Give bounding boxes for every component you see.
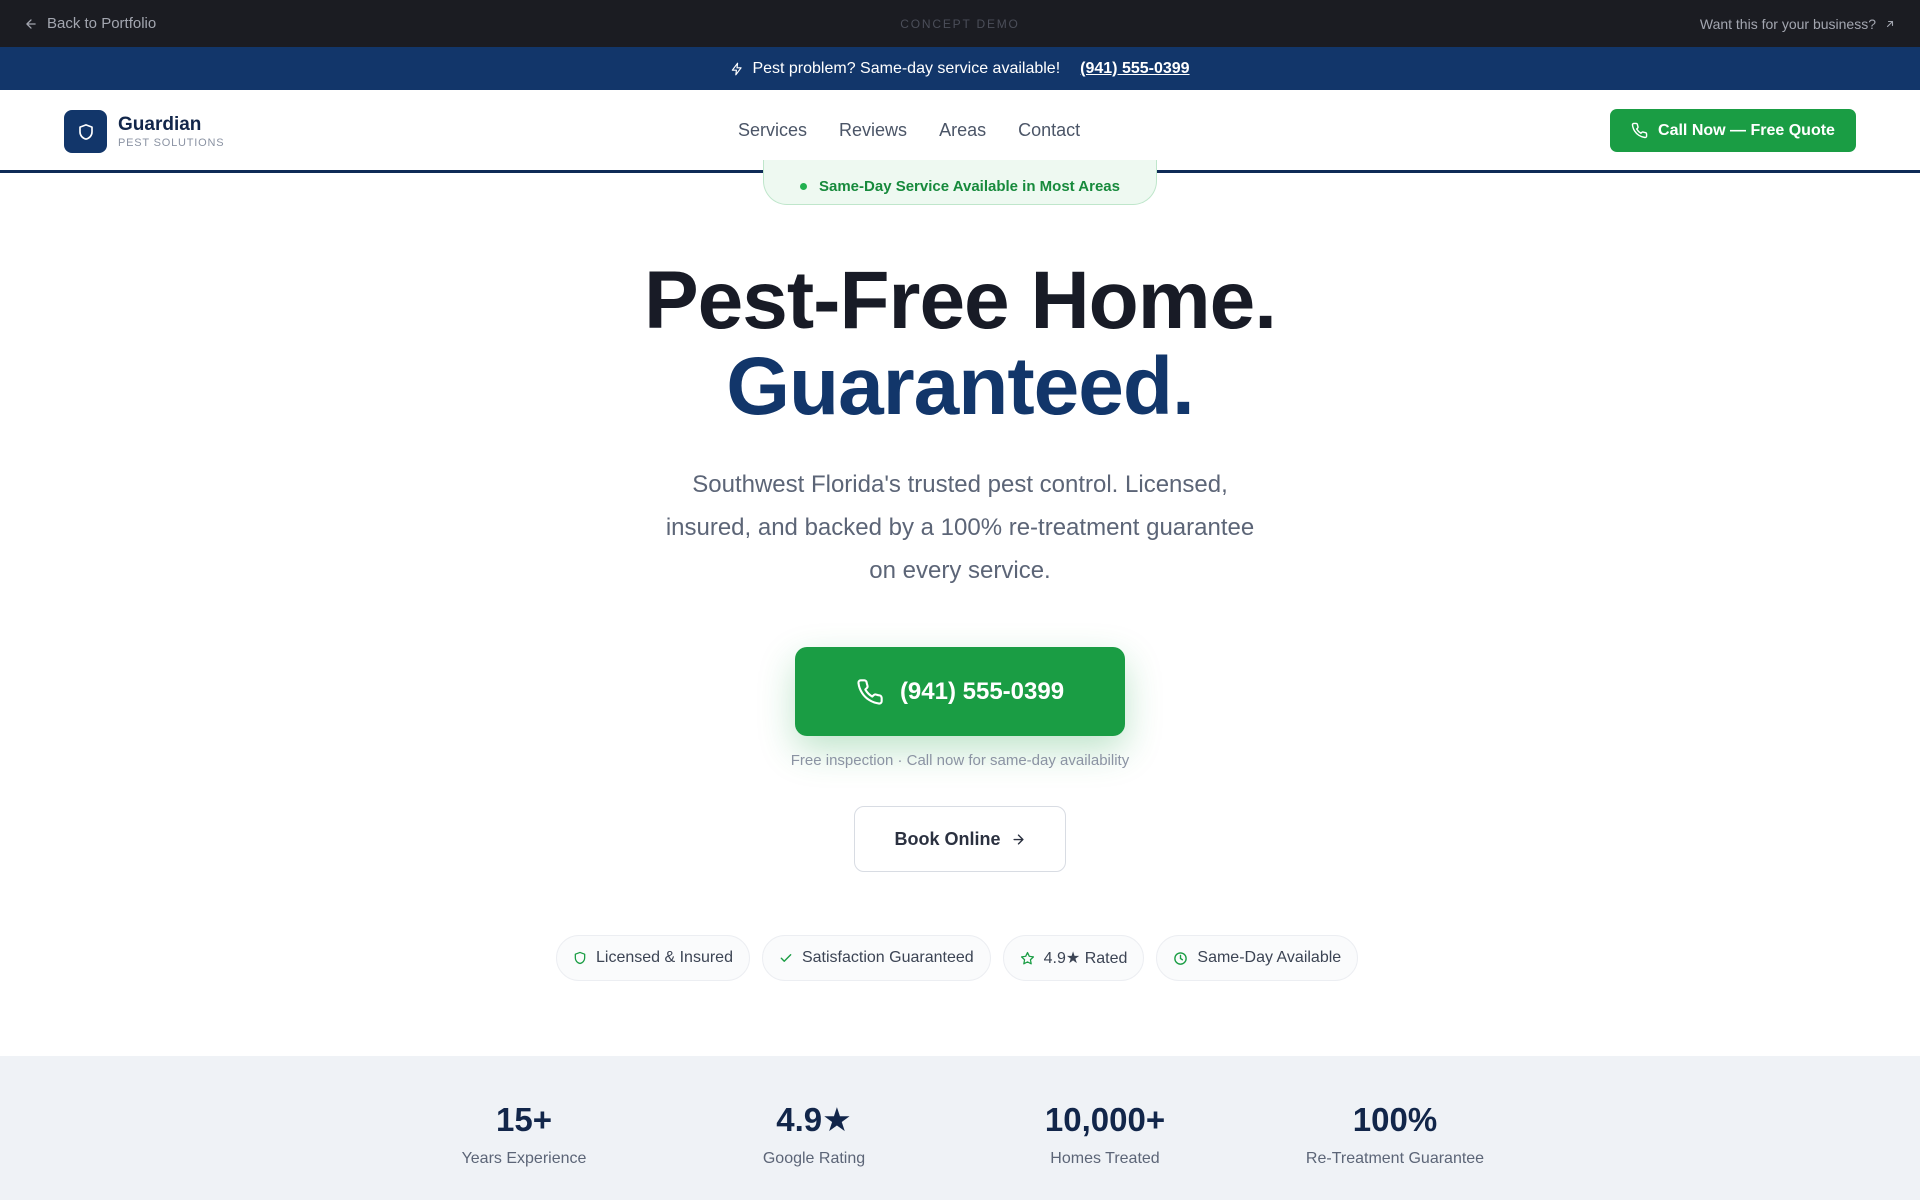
- book-online-label: Book Online: [894, 828, 1001, 849]
- badge-label: Same-Day Available: [1197, 949, 1342, 966]
- stat-value: 15+: [496, 1101, 552, 1138]
- stat-years: 15+ Years Experience: [404, 1100, 644, 1168]
- nav-services[interactable]: Services: [738, 120, 807, 141]
- badge-label: 4.9★ Rated: [1043, 950, 1128, 967]
- nav-contact[interactable]: Contact: [1018, 120, 1080, 141]
- hero-call-button[interactable]: (941) 555-0399: [795, 647, 1125, 736]
- nav-areas[interactable]: Areas: [939, 120, 986, 141]
- announcement-phone-link[interactable]: (941) 555-0399: [1080, 60, 1189, 78]
- badge-licensed: Licensed & Insured: [556, 935, 750, 981]
- call-now-button[interactable]: Call Now — Free Quote: [1610, 109, 1856, 152]
- announcement-bar: Pest problem? Same-day service available…: [0, 47, 1920, 90]
- back-to-portfolio-label: Back to Portfolio: [47, 15, 157, 32]
- stat-label: Google Rating: [762, 1150, 866, 1167]
- logo-badge: [64, 110, 107, 153]
- stat-label: Homes Treated: [1050, 1150, 1160, 1167]
- stat-rating: 4.9★ Google Rating: [694, 1100, 934, 1168]
- call-now-label: Call Now — Free Quote: [1658, 121, 1835, 139]
- demo-bar: Back to Portfolio CONCEPT DEMO Want this…: [0, 0, 1920, 47]
- arrow-left-icon: [24, 17, 38, 31]
- badge-label: Licensed & Insured: [596, 949, 733, 966]
- stat-label: Years Experience: [461, 1150, 587, 1167]
- hero-title: Pest-Free Home. Guaranteed.: [0, 258, 1920, 430]
- status-dot: [800, 182, 807, 190]
- stat-value: 10,000+: [1044, 1101, 1166, 1138]
- shield-icon: [77, 123, 95, 141]
- stat-guarantee: 100% Re-Treatment Guarantee: [1275, 1100, 1515, 1168]
- hero-title-line1: Pest-Free Home.: [643, 255, 1277, 346]
- arrow-up-right-icon: [1884, 18, 1896, 30]
- stat-label: Re-Treatment Guarantee: [1305, 1150, 1485, 1167]
- stat-homes: 10,000+ Homes Treated: [985, 1100, 1225, 1168]
- star-icon: [1020, 951, 1035, 966]
- book-online-button[interactable]: Book Online: [854, 806, 1066, 872]
- concept-demo-label: CONCEPT DEMO: [900, 16, 1020, 31]
- same-day-pill: Same-Day Service Available in Most Areas: [763, 160, 1157, 205]
- stats-section: 15+ Years Experience 4.9★ Google Rating …: [0, 1056, 1920, 1200]
- shield-icon: [573, 951, 587, 965]
- brand-subtitle: PEST SOLUTIONS: [118, 136, 225, 149]
- clock-icon: [1173, 951, 1188, 966]
- phone-icon: [1631, 122, 1648, 139]
- want-this-label: Want this for your business?: [1699, 15, 1876, 32]
- badge-same-day: Same-Day Available: [1156, 935, 1359, 981]
- arrow-right-icon: [1011, 832, 1026, 847]
- badge-satisfaction: Satisfaction Guaranteed: [761, 935, 991, 981]
- lightning-icon: [730, 62, 744, 76]
- hero-title-line2: Guaranteed.: [726, 341, 1194, 432]
- hero-note: Free inspection · Call now for same-day …: [790, 752, 1130, 769]
- back-to-portfolio-link[interactable]: Back to Portfolio: [24, 15, 156, 32]
- announcement-text: Pest problem? Same-day service available…: [752, 59, 1061, 77]
- phone-icon: [856, 678, 884, 706]
- main-nav: Services Reviews Areas Contact: [738, 120, 1080, 141]
- brand-name: Guardian: [118, 113, 202, 135]
- trust-badges: Licensed & Insured Satisfaction Guarante…: [556, 935, 1359, 981]
- hero-call-label: (941) 555-0399: [899, 677, 1065, 705]
- check-icon: [779, 951, 793, 965]
- hero-subtitle: Southwest Florida's trusted pest control…: [665, 471, 1255, 584]
- want-this-link[interactable]: Want this for your business?: [1700, 16, 1896, 32]
- brand-logo[interactable]: Guardian PEST SOLUTIONS: [64, 110, 224, 153]
- badge-label: Satisfaction Guaranteed: [801, 949, 974, 966]
- nav-reviews[interactable]: Reviews: [839, 120, 907, 141]
- same-day-pill-label: Same-Day Service Available in Most Areas: [819, 177, 1120, 195]
- stat-value: 100%: [1352, 1101, 1438, 1138]
- stat-value: 4.9★: [776, 1101, 852, 1138]
- badge-rated: 4.9★ Rated: [1002, 935, 1145, 981]
